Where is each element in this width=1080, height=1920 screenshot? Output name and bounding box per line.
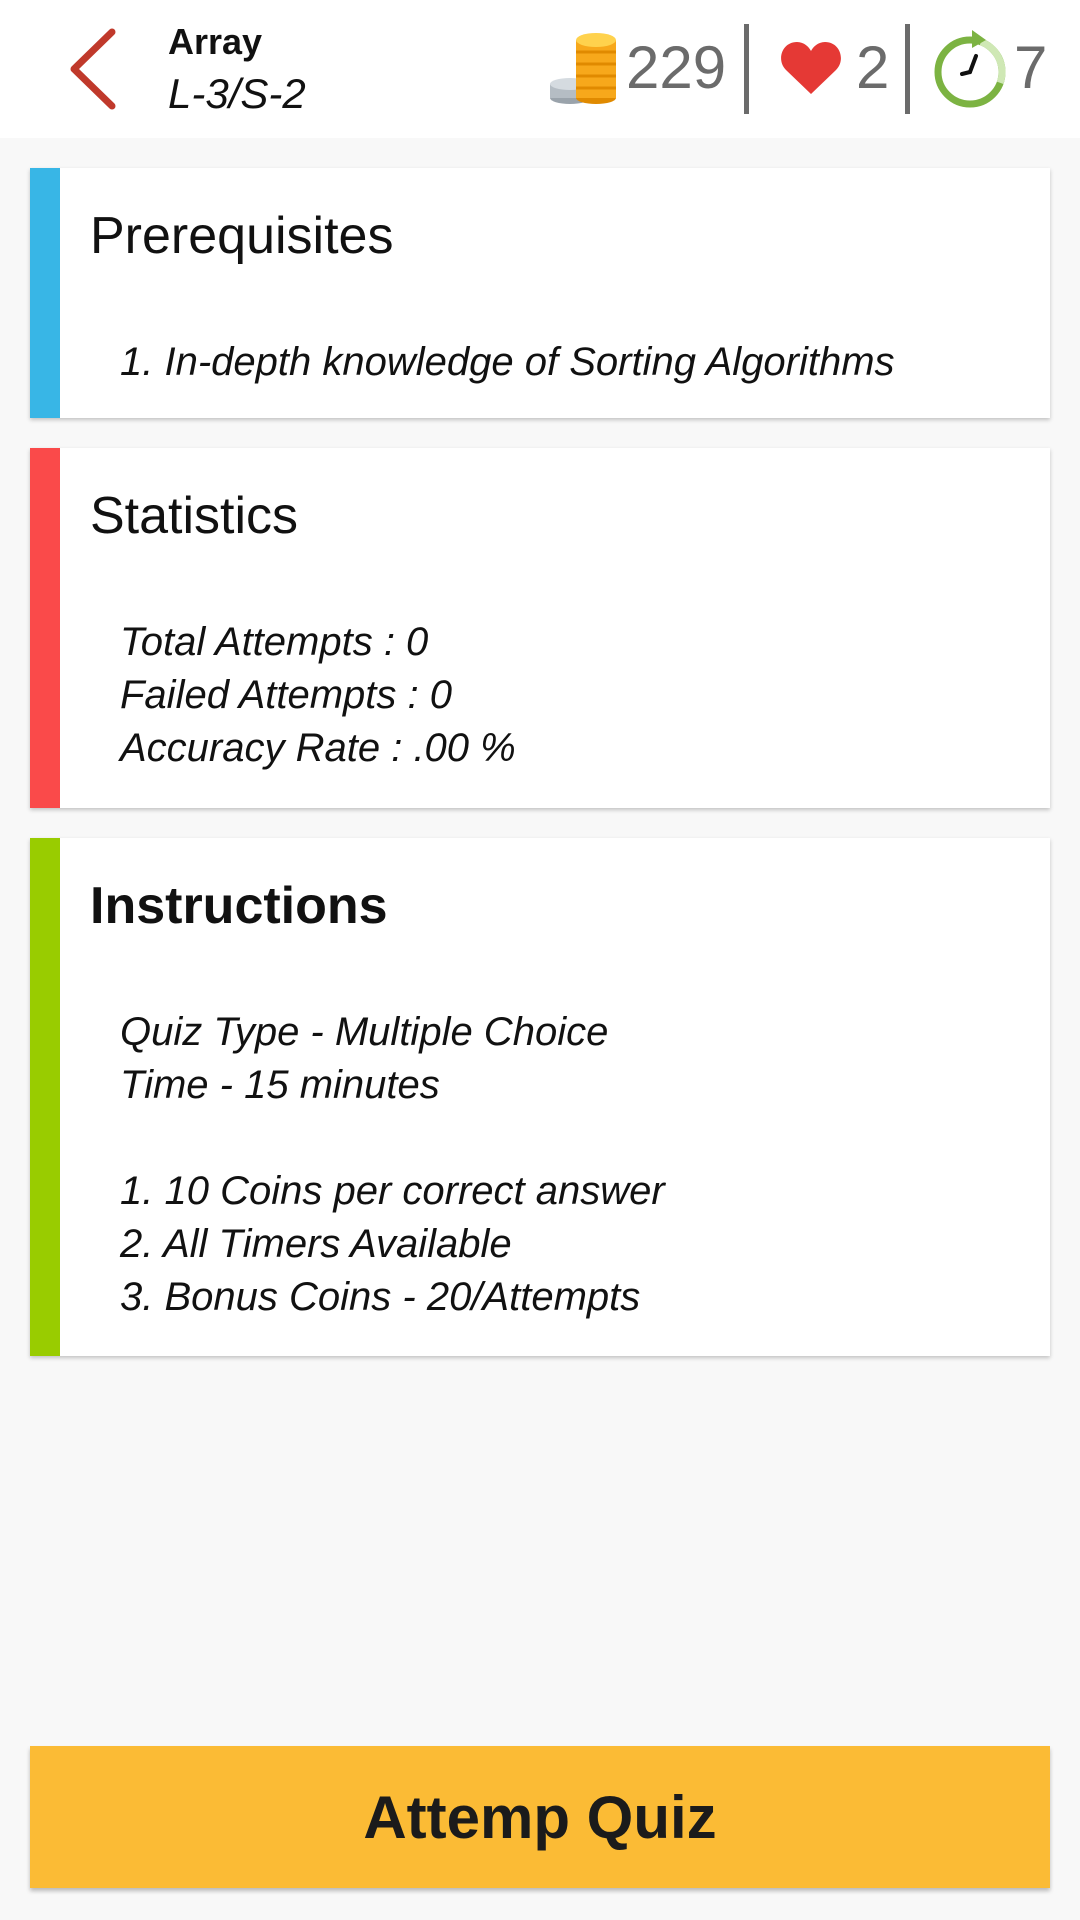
card-title: Statistics (90, 487, 299, 545)
divider (744, 24, 749, 114)
attempt-quiz-button[interactable]: Attemp Quiz (30, 1746, 1050, 1888)
timers-stat: 7 (932, 20, 1047, 116)
attempt-quiz-label: Attemp Quiz (363, 1783, 717, 1851)
title-block: Array L-3/S-2 (168, 20, 306, 122)
card-title: Instructions (90, 877, 388, 935)
card-body: 1. In-depth knowledge of Sorting Algorit… (120, 336, 895, 389)
card-body: Total Attempts : 0 Failed Attempts : 0 A… (120, 616, 516, 775)
stat-line: Failed Attempts : 0 (120, 673, 452, 717)
coins-count: 229 (626, 34, 727, 101)
heart-icon (781, 42, 841, 94)
instruction-line: 1. 10 Coins per correct answer (120, 1169, 665, 1213)
level-stage-label: L-3/S-2 (168, 70, 306, 117)
card-accent-bar (30, 448, 60, 808)
card-body: Quiz Type - Multiple Choice Time - 15 mi… (120, 1006, 665, 1324)
instructions-card: Instructions Quiz Type - Multiple Choice… (30, 838, 1050, 1356)
statistics-card: Statistics Total Attempts : 0 Failed Att… (30, 448, 1050, 808)
stat-line: Accuracy Rate : .00 % (120, 726, 516, 770)
instruction-line: 3. Bonus Coins - 20/Attempts (120, 1275, 641, 1319)
topic-title: Array (168, 21, 263, 62)
stat-line: Total Attempts : 0 (120, 620, 429, 664)
card-accent-bar (30, 838, 60, 1356)
coins-icon (550, 33, 616, 104)
instruction-line: Quiz Type - Multiple Choice (120, 1010, 609, 1054)
back-chevron-icon[interactable] (60, 24, 130, 114)
timer-icon (934, 30, 1006, 108)
prerequisites-card: Prerequisites 1. In-depth knowledge of S… (30, 168, 1050, 418)
timers-count: 7 (1014, 34, 1048, 101)
instruction-line: Time - 15 minutes (120, 1063, 440, 1107)
instruction-line: 2. All Timers Available (120, 1222, 512, 1266)
prerequisite-item: 1. In-depth knowledge of Sorting Algorit… (120, 340, 895, 384)
top-bar: Array L-3/S-2 229 2 7 (0, 0, 1080, 138)
card-accent-bar (30, 168, 60, 418)
lives-stat: 2 (780, 20, 889, 116)
card-title: Prerequisites (90, 207, 394, 265)
coins-stat: 229 (548, 20, 726, 116)
divider (905, 24, 910, 114)
lives-count: 2 (856, 34, 890, 101)
